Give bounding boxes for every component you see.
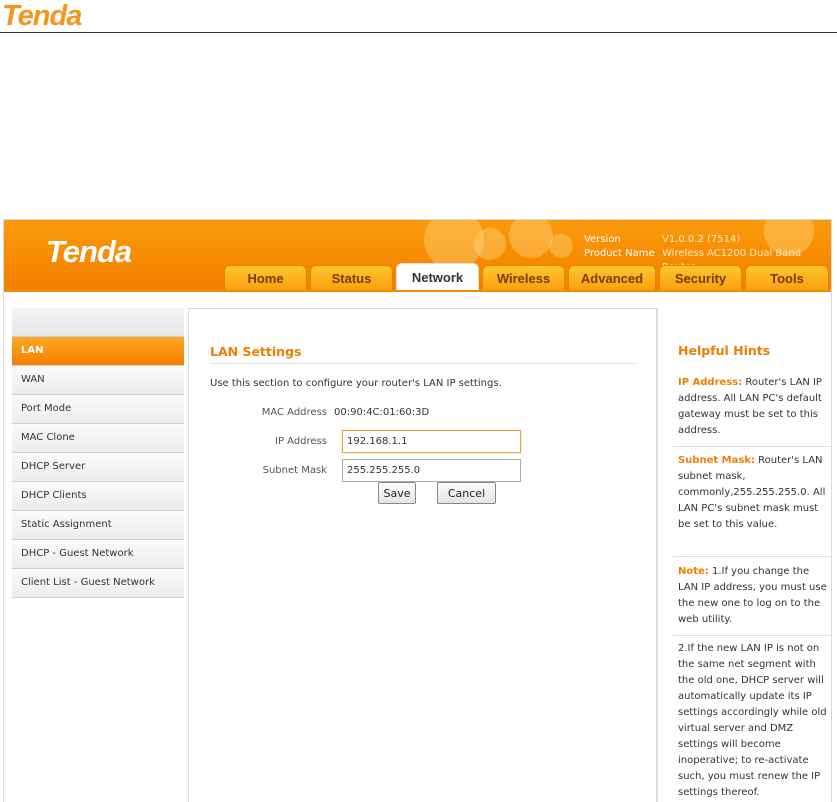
hint-subnet-mask: Subnet Mask: Router's LAN subnet mask, c…: [678, 453, 828, 533]
hint-mask-key: Subnet Mask:: [678, 455, 755, 466]
hint-mask-text: Router's LAN subnet mask, commonly,255.2…: [678, 455, 826, 530]
mac-address-value: 00:90:4C:01:60:3D: [334, 407, 430, 418]
version-labels: Version Product Name: [584, 233, 655, 261]
product-name-label: Product Name: [584, 248, 655, 259]
sidebar-item-lan[interactable]: LAN: [12, 337, 184, 366]
router-admin-window: Tenda Version Product Name V1.0.0.2 (751…: [3, 219, 832, 802]
header-banner: Tenda Version Product Name V1.0.0.2 (751…: [4, 220, 831, 290]
tab-network[interactable]: Network: [396, 263, 479, 290]
ip-address-input[interactable]: [342, 430, 521, 453]
hint-ip-address: IP Address: Router's LAN IP address. All…: [678, 375, 828, 439]
sidebar-item-dhcp-server[interactable]: DHCP Server: [12, 453, 184, 482]
sidebar-menu: LAN WAN Port Mode MAC Clone DHCP Server …: [12, 308, 184, 598]
decor-bubble: [549, 234, 573, 258]
hint-note-key: Note:: [678, 566, 709, 577]
version-label: Version: [584, 234, 621, 245]
version-value: V1.0.0.2 (7514): [662, 234, 741, 245]
cancel-button[interactable]: Cancel: [437, 482, 496, 504]
sidebar-item-port-mode[interactable]: Port Mode: [12, 395, 184, 424]
page-title: LAN Settings: [210, 344, 302, 359]
sidebar-header: [12, 308, 184, 337]
helpful-hints-panel: Helpful Hints IP Address: Router's LAN I…: [657, 308, 831, 802]
tab-tools[interactable]: Tools: [745, 265, 829, 290]
lan-settings-panel: LAN Settings Use this section to configu…: [188, 308, 657, 802]
sidebar-item-mac-clone[interactable]: MAC Clone: [12, 424, 184, 453]
tab-underline: [4, 290, 831, 292]
tab-advanced[interactable]: Advanced: [568, 265, 656, 290]
document-logo: Tenda: [2, 0, 82, 32]
sidebar-item-dhcp-clients[interactable]: DHCP Clients: [12, 482, 184, 511]
sidebar-item-static-assignment[interactable]: Static Assignment: [12, 511, 184, 540]
sidebar-item-client-list-guest-network[interactable]: Client List - Guest Network: [12, 569, 184, 598]
subnet-mask-label: Subnet Mask: [262, 465, 327, 476]
title-divider: [210, 363, 637, 364]
hint-ip-key: IP Address:: [678, 377, 743, 388]
tab-security[interactable]: Security: [659, 265, 742, 290]
mac-address-label: MAC Address: [261, 407, 327, 418]
tab-wireless[interactable]: Wireless: [482, 265, 565, 290]
hints-title: Helpful Hints: [678, 343, 771, 358]
hint-note-2: 2.If the new LAN IP is not on the same n…: [678, 643, 827, 798]
subnet-mask-input[interactable]: [342, 459, 521, 482]
hint-note: Note: 1.If you change the LAN IP address…: [678, 564, 828, 628]
hint-divider: [673, 446, 831, 447]
ip-address-label: IP Address: [275, 436, 327, 447]
tab-status[interactable]: Status: [310, 265, 393, 290]
sidebar-item-dhcp-guest-network[interactable]: DHCP - Guest Network: [12, 540, 184, 569]
sidebar-item-wan[interactable]: WAN: [12, 366, 184, 395]
header-divider: [0, 32, 837, 33]
tab-home[interactable]: Home: [224, 265, 307, 290]
hint-divider: [673, 556, 831, 557]
main-tabs: Home Status Network Wireless Advanced Se…: [4, 263, 831, 290]
hint-divider: [673, 635, 831, 636]
intro-text: Use this section to configure your route…: [210, 378, 502, 389]
save-button[interactable]: Save: [378, 482, 416, 504]
decor-bubble: [509, 220, 553, 258]
decor-bubble: [474, 228, 506, 260]
